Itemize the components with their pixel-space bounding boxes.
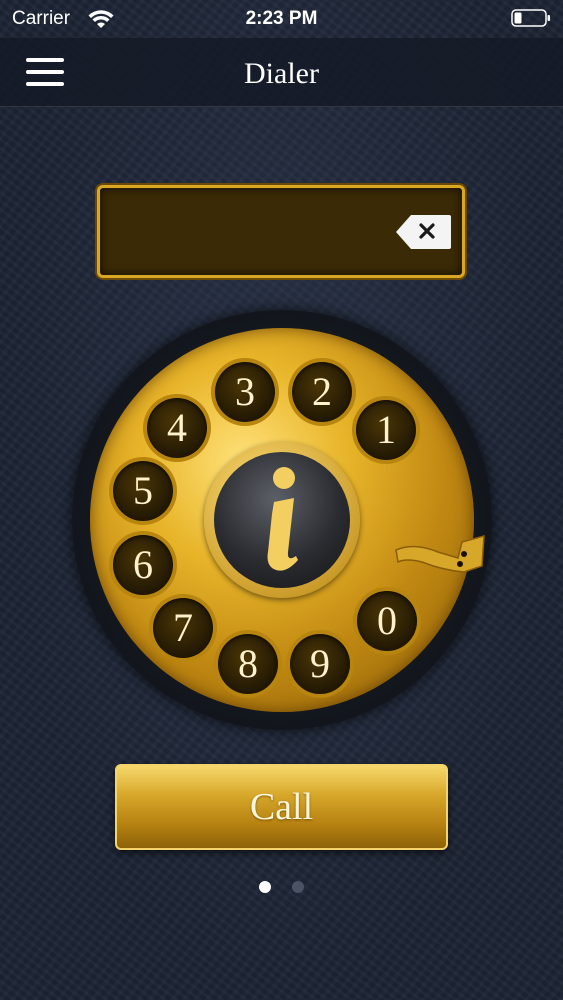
rotary-dial[interactable]: 1 2 3 4 5 6 7 8 9 0 [72,310,492,730]
page-indicator [0,880,563,898]
dial-key-8[interactable]: 8 [218,634,278,694]
dial-key-9[interactable]: 9 [290,634,350,694]
status-bar: Carrier 2:23 PM [0,0,563,38]
page-title: Dialer [244,57,319,90]
dial-key-0[interactable]: 0 [357,591,417,651]
dial-key-7[interactable]: 7 [153,598,213,658]
dial-key-4[interactable]: 4 [147,398,207,458]
dial-key-1[interactable]: 1 [356,400,416,460]
nav-bar: Dialer [0,38,563,107]
backspace-icon[interactable] [394,213,452,251]
dial-key-3[interactable]: 3 [215,362,275,422]
page-dot-1[interactable] [259,881,272,893]
dial-key-2[interactable]: 2 [292,362,352,422]
info-icon [267,467,298,571]
page-dot-2[interactable] [291,881,304,893]
dial-key-6[interactable]: 6 [113,535,173,595]
call-button[interactable]: Call [115,764,448,850]
status-time: 2:23 PM [245,8,318,29]
battery-icon [511,9,550,27]
dial-key-5[interactable]: 5 [113,461,173,521]
finger-stop-icon [395,534,485,573]
info-button[interactable] [214,452,350,588]
